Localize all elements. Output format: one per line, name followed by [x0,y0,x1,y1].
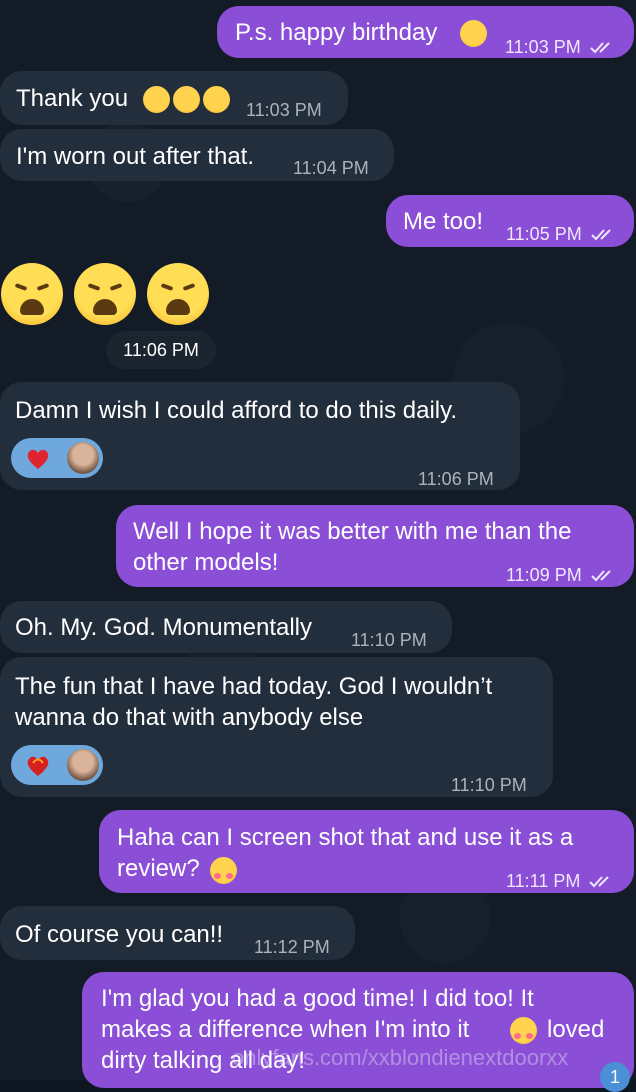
avatar [67,442,99,474]
outgoing-message[interactable]: Haha can I screen shot that and use it a… [99,810,634,893]
outgoing-message[interactable]: Me too! 11:05 PM [386,195,634,247]
message-time: 11:05 PM [506,219,619,250]
message-text-line: I'm glad you had a good time! I did too!… [101,985,534,1012]
weary-face-icon [1,263,63,325]
weary-face-icon [74,263,136,325]
message-text-line: other models! [133,549,279,576]
message-text: Oh. My. God. Monumentally [15,614,312,641]
reaction-chip[interactable] [11,745,103,785]
unread-badge[interactable]: 1 [600,1062,630,1092]
incoming-message[interactable]: Thank you 11:03 PM [0,71,348,125]
message-text-line: makes a difference when I'm into it [101,1016,470,1043]
message-time: 11:03 PM [246,100,322,120]
message-text-line: loved [547,1016,605,1043]
smiling-face-with-hearts-icon [210,857,237,884]
smiling-face-icon [460,20,487,47]
double-check-icon [589,876,610,888]
message-time: 11:12 PM [254,937,330,957]
message-text-line: Well I hope it was better with me than t… [133,518,572,545]
message-text: Me too! [403,208,484,235]
message-text: P.s. happy birthday [235,19,438,46]
reaction-chip[interactable] [11,438,103,478]
message-text: Damn I wish I could afford to do this da… [15,397,457,424]
incoming-message[interactable]: Oh. My. God. Monumentally 11:10 PM [0,601,452,653]
incoming-message[interactable]: Damn I wish I could afford to do this da… [0,382,520,490]
incoming-message[interactable]: The fun that I have had today. God I wou… [0,657,553,797]
message-text: I'm worn out after that. [16,143,255,170]
message-time: 11:04 PM [293,158,369,178]
message-time: 11:11 PM [506,866,617,897]
message-text-line: Haha can I screen shot that and use it a… [117,824,574,851]
watermark: onlyfans.com/xxblondienextdoorxx [232,1045,569,1070]
outgoing-message[interactable]: P.s. happy birthday 11:03 PM [217,6,634,58]
message-text-line: The fun that I have had today. God I wou… [15,673,493,700]
double-check-icon [591,570,611,582]
sleepy-face-icon [203,86,230,113]
message-text: Of course you can!! [15,921,224,948]
message-time: 11:03 PM [505,32,618,63]
heart-icon [27,449,49,469]
double-check-icon [590,42,610,54]
message-time: 11:06 PM [418,469,494,489]
smiling-face-with-hearts-icon [510,1017,537,1044]
incoming-message[interactable]: Of course you can!! 11:12 PM [0,906,355,960]
message-text-line: review? [117,855,200,882]
weary-face-icon [147,263,209,325]
incoming-message[interactable]: I'm worn out after that. 11:04 PM [0,129,394,181]
message-text-line: wanna do that with anybody else [15,704,364,731]
sleepy-face-icon [173,86,200,113]
message-time: 11:10 PM [351,630,427,650]
heart-on-fire-icon [27,756,49,776]
sleepy-face-icon [143,86,170,113]
message-time: 11:10 PM [451,775,527,795]
double-check-icon [591,229,611,241]
message-text: Thank you [16,85,129,112]
message-time: 11:09 PM [506,560,619,591]
outgoing-message[interactable]: Well I hope it was better with me than t… [116,505,634,587]
avatar [67,749,99,781]
message-time: 11:06 PM [106,331,216,369]
